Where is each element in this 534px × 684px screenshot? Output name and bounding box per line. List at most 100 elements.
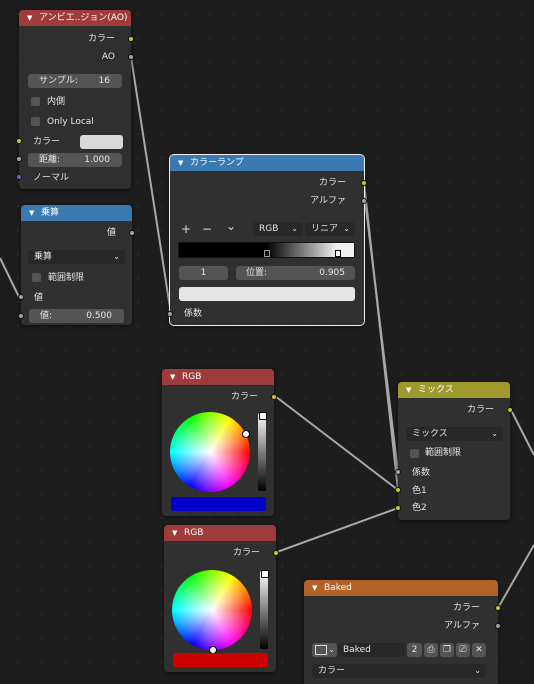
ao-inside-checkbox[interactable] <box>31 97 40 106</box>
ao-only-local-label: Only Local <box>47 117 94 127</box>
math-value-field[interactable]: 値: 0.500 <box>29 309 124 323</box>
math-operation-dropdown[interactable]: 乗算 ⌄ <box>28 250 125 264</box>
ramp-menu-chevron-icon[interactable]: ⌄ <box>226 219 236 233</box>
mix-node[interactable]: ▼ ミックス カラー ミックス ⌄ 範囲制限 係数 色1 色2 <box>395 382 513 520</box>
collapse-arrow-icon[interactable]: ▼ <box>170 369 178 385</box>
close-icon[interactable]: ✕ <box>472 643 486 657</box>
rgb1-node-header[interactable]: ▼ RGB <box>162 369 274 385</box>
ramp-position-field[interactable]: 位置: 0.905 <box>236 266 355 280</box>
ramp-stop-color-swatch[interactable] <box>179 287 355 301</box>
rgb2-output-color-label: カラー <box>232 548 260 558</box>
rgb2-value-slider[interactable] <box>260 571 268 649</box>
rgb1-color-wheel[interactable] <box>170 412 250 492</box>
baked-output-alpha-socket[interactable] <box>495 623 501 629</box>
chevron-down-icon: ⌄ <box>113 252 120 261</box>
colorspace-dropdown[interactable]: カラー ⌄ <box>312 664 486 678</box>
baked-output-alpha-label: アルファ <box>444 621 480 631</box>
rgb1-value-slider[interactable] <box>258 413 266 491</box>
ao-output-color-socket[interactable] <box>128 36 134 42</box>
rgb1-value-slider-handle[interactable] <box>259 412 267 420</box>
mix-node-title: ミックス <box>418 385 454 395</box>
ao-input-color-label: カラー <box>33 137 61 147</box>
mix-output-color-socket[interactable] <box>507 407 513 413</box>
ao-color-swatch[interactable] <box>80 135 123 149</box>
rgb2-color-swatch[interactable] <box>173 653 268 667</box>
collapse-arrow-icon[interactable]: ▼ <box>312 580 320 596</box>
math-input-value-socket[interactable] <box>18 294 24 300</box>
collapse-arrow-icon[interactable]: ▼ <box>27 10 35 26</box>
link-baked-out <box>497 544 534 609</box>
ramp-interpolation-dropdown[interactable]: リニア ⌄ <box>305 222 355 236</box>
baked-output-color-socket[interactable] <box>495 605 501 611</box>
chevron-down-icon: ⌄ <box>491 429 498 438</box>
rgb2-node-header[interactable]: ▼ RGB <box>164 525 276 541</box>
ramp-position-value: 0.905 <box>319 268 345 278</box>
rgb1-wheel-cursor[interactable] <box>242 430 250 438</box>
ao-input-normal-label: ノーマル <box>33 173 70 183</box>
image-users-count[interactable]: 2 <box>407 643 422 657</box>
ramp-input-fac-socket[interactable] <box>167 311 173 317</box>
ao-distance-field[interactable]: 距離: 1.000 <box>28 153 122 167</box>
ao-only-local-checkbox[interactable] <box>31 117 40 126</box>
math-value-value: 0.500 <box>86 311 112 321</box>
chevron-down-icon: ⌄ <box>474 666 481 675</box>
add-stop-button[interactable]: + <box>181 222 191 236</box>
math-clamp-checkbox[interactable] <box>32 273 41 282</box>
math-input-value2-socket[interactable] <box>18 313 24 319</box>
rgb1-node-title: RGB <box>182 372 202 382</box>
color-ramp-node[interactable]: ▼ カラーランプ カラー アルファ + − ⌄ RGB ⌄ リニア ⌄ 1 位置: 0… <box>167 154 367 326</box>
ao-input-color-socket[interactable] <box>16 138 22 144</box>
fake-user-icon[interactable]: ⎙ <box>424 643 438 657</box>
rgb2-value-slider-handle[interactable] <box>261 570 269 578</box>
ambient-occlusion-node[interactable]: ▼ アンビエ..ジョン(AO) カラー AO サンプル: 16 内側 Only L… <box>16 10 134 189</box>
ramp-color-mode-dropdown[interactable]: RGB ⌄ <box>253 222 303 236</box>
rgb1-output-color-socket[interactable] <box>271 394 277 400</box>
mix-input-fac-socket[interactable] <box>395 469 401 475</box>
mix-input-color1-socket[interactable] <box>395 487 401 493</box>
math-node-header[interactable]: ▼ 乗算 <box>21 205 132 221</box>
mix-clamp-checkbox[interactable] <box>410 449 419 458</box>
image-name-field[interactable]: Baked <box>338 643 405 657</box>
ramp-stop-marker[interactable] <box>263 250 270 257</box>
remove-stop-button[interactable]: − <box>202 222 212 236</box>
color-ramp-node-header[interactable]: ▼ カラーランプ <box>170 155 364 171</box>
duplicate-icon[interactable]: ❐ <box>440 643 454 657</box>
ao-output-ao-socket[interactable] <box>128 54 134 60</box>
ao-output-ao-label: AO <box>101 52 115 62</box>
baked-output-color-label: カラー <box>452 603 480 613</box>
baked-node-header[interactable]: ▼ Baked <box>304 580 498 596</box>
baked-node-title: Baked <box>324 583 352 593</box>
ao-node-title: アンビエ..ジョン(AO) <box>39 13 128 23</box>
collapse-arrow-icon[interactable]: ▼ <box>172 525 180 541</box>
rgb-node-red[interactable]: ▼ RGB カラー <box>164 525 279 672</box>
ao-inside-label: 内側 <box>47 97 66 107</box>
collapse-arrow-icon[interactable]: ▼ <box>406 382 414 398</box>
ao-node-header[interactable]: ▼ アンビエ..ジョン(AO) <box>19 10 131 26</box>
rgb1-color-swatch[interactable] <box>171 497 266 511</box>
mix-blend-dropdown[interactable]: ミックス ⌄ <box>406 427 503 441</box>
collapse-arrow-icon[interactable]: ▼ <box>29 205 37 221</box>
ramp-output-alpha-socket[interactable] <box>361 198 367 204</box>
ramp-output-color-socket[interactable] <box>361 180 367 186</box>
ao-input-distance-socket[interactable] <box>16 156 22 162</box>
mix-node-header[interactable]: ▼ ミックス <box>398 382 510 398</box>
image-browse-button[interactable]: ⌄ <box>312 643 337 657</box>
math-multiply-node[interactable]: ▼ 乗算 値 乗算 ⌄ 範囲制限 値 値: 0.500 <box>18 205 135 325</box>
rgb-node-blue[interactable]: ▼ RGB カラー <box>162 369 277 516</box>
mix-input-fac-label: 係数 <box>412 468 431 478</box>
rgb2-color-wheel[interactable] <box>172 570 252 650</box>
mix-input-color2-label: 色2 <box>412 503 427 513</box>
math-output-value-socket[interactable] <box>129 230 135 236</box>
pack-icon[interactable]: ⎚ <box>456 643 470 657</box>
mix-input-color2-socket[interactable] <box>395 505 401 511</box>
baked-image-node[interactable]: ▼ Baked カラー アルファ ⌄ Baked 2 ⎙ ❐ ⎚ ✕ カラー ⌄ <box>304 580 501 684</box>
ao-samples-field[interactable]: サンプル: 16 <box>28 74 122 88</box>
rgb2-output-color-socket[interactable] <box>273 550 279 556</box>
ramp-stop-index-field[interactable]: 1 <box>179 266 228 280</box>
ao-distance-value: 1.000 <box>84 155 110 165</box>
ramp-stop-marker-active[interactable] <box>335 250 342 257</box>
mix-input-color1-label: 色1 <box>412 486 427 496</box>
ao-input-normal-socket[interactable] <box>16 174 22 180</box>
collapse-arrow-icon[interactable]: ▼ <box>178 155 186 171</box>
link-rgb2-to-mix-color2 <box>276 507 399 553</box>
